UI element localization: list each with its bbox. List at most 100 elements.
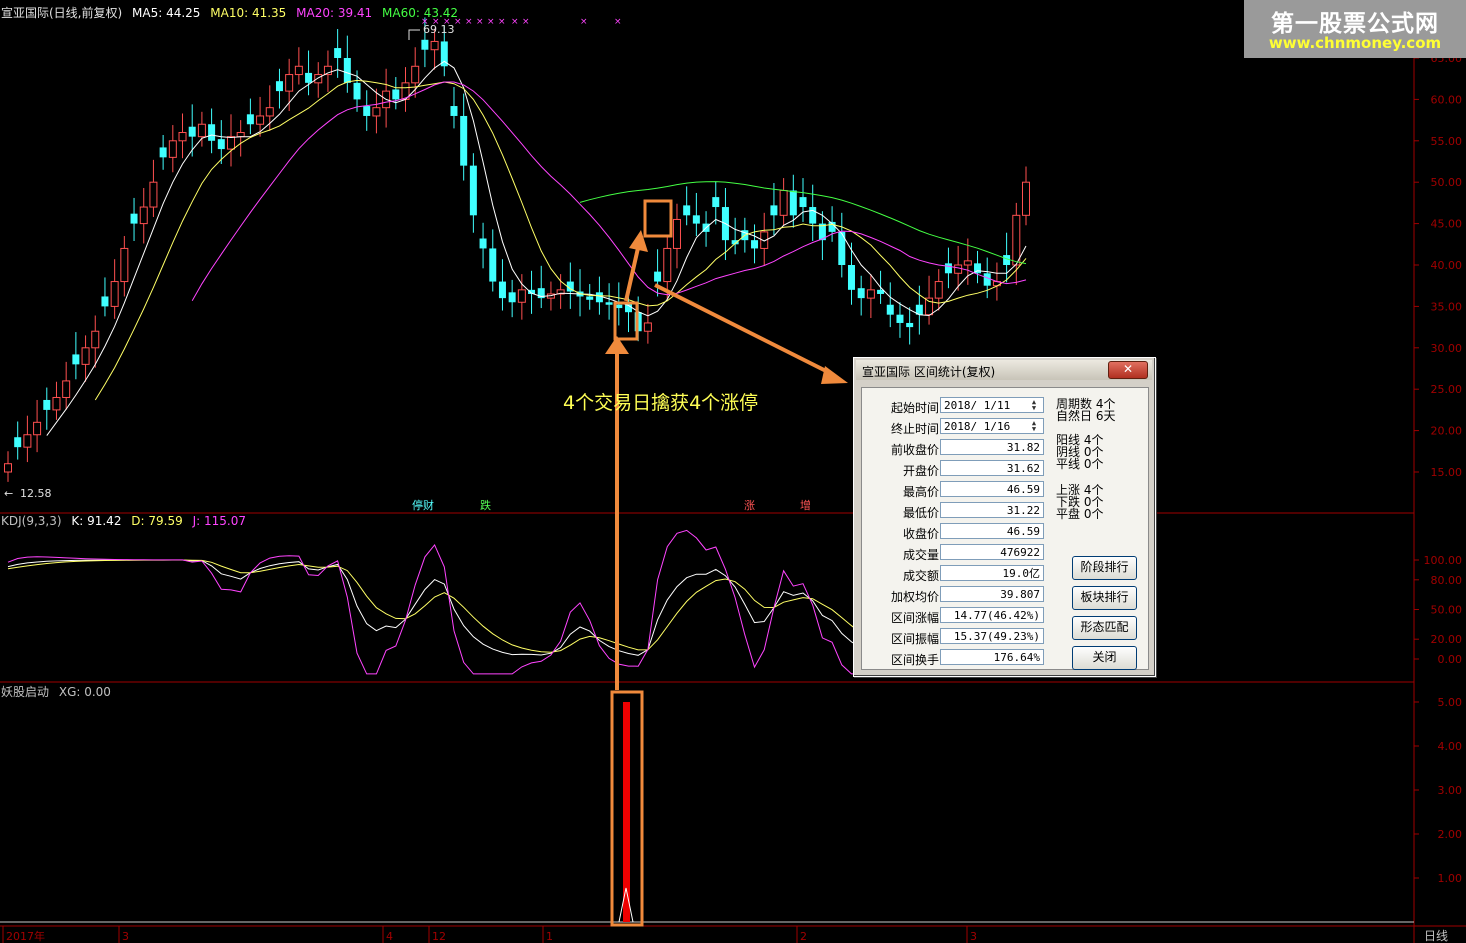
candle-body <box>847 265 855 290</box>
candle-body <box>663 247 672 283</box>
ma10-legend: MA10: 41.35 <box>210 6 287 20</box>
candle-body <box>934 281 943 299</box>
candle-body <box>906 322 914 328</box>
signal-marker: × <box>498 17 506 27</box>
event-marker: 停财 <box>412 498 434 512</box>
candle-body <box>692 215 700 224</box>
indicator-axis-label: 2.00 <box>1438 828 1463 841</box>
signal-marker: × <box>614 17 622 27</box>
interval-stats-dialog[interactable]: 宣亚国际 区间统计(复权) ✕ 起始时间 2018/ 1/11 ▲ ▼ 终止时间 201… <box>853 357 1156 677</box>
candle-body <box>236 132 245 138</box>
candle-body <box>479 238 487 249</box>
spin-arrows-icon[interactable]: ▲ ▼ <box>1026 420 1042 433</box>
indicator-axis-label: 5.00 <box>1438 696 1463 709</box>
watermark-url: www.chnmoney.com <box>1268 34 1442 52</box>
ma20-legend: MA20: 39.41 <box>296 6 373 20</box>
field-turnover-rate: 区间换手 176.64% <box>862 648 1052 668</box>
low-pointer: ← <box>4 487 13 500</box>
dialog-body: 起始时间 2018/ 1/11 ▲ ▼ 终止时间 2018/ 1/16 ▲ ▼ 前收盘价 31… <box>861 387 1149 670</box>
price-axis-label: 45.00 <box>1431 218 1463 231</box>
candle-body <box>72 354 80 365</box>
field-open: 开盘价 31.62 <box>862 459 1052 479</box>
candle-body <box>130 213 138 224</box>
candle-body <box>14 437 22 448</box>
candle-body <box>489 248 497 282</box>
kdj-name: KDJ(9,3,3) <box>1 514 62 528</box>
stage-ranking-button[interactable]: 阶段排行 <box>1072 556 1137 580</box>
timeline-label: 1 <box>546 930 553 943</box>
candle-body <box>983 273 991 286</box>
end-date-picker[interactable]: 2018/ 1/16 ▲ ▼ <box>940 418 1044 434</box>
dialog-titlebar[interactable]: 宣亚国际 区间统计(复权) ✕ <box>856 360 1152 380</box>
price-axis-label: 15.00 <box>1431 466 1463 479</box>
event-marker: 跌 <box>480 498 491 512</box>
candle-body <box>91 330 100 349</box>
candle-body <box>353 82 361 100</box>
kline-chart[interactable]: 65.0060.0055.0050.0045.0040.0035.0030.00… <box>0 0 1466 943</box>
arrow-right-head <box>821 366 848 384</box>
indicator-axis-label: 3.00 <box>1438 784 1463 797</box>
candle-body <box>246 114 254 125</box>
start-date-picker[interactable]: 2018/ 1/11 ▲ ▼ <box>940 397 1044 413</box>
candle-body <box>23 434 32 448</box>
price-axis-label: 60.00 <box>1431 93 1463 106</box>
field-end-time: 终止时间 2018/ 1/16 ▲ ▼ <box>862 417 1052 437</box>
ma5-legend: MA5: 44.25 <box>132 6 201 20</box>
candle-body <box>285 74 294 92</box>
candle-body <box>595 292 603 303</box>
price-axis-label: 30.00 <box>1431 342 1463 355</box>
candle-body <box>944 263 952 274</box>
sector-ranking-button[interactable]: 板块排行 <box>1072 586 1137 610</box>
indicator-axis-label: 1.00 <box>1438 872 1463 885</box>
annotation-text: 4个交易日擒获4个涨停 <box>563 392 759 414</box>
candle-body <box>178 132 187 142</box>
candle-body <box>208 124 216 141</box>
candle-body <box>789 190 797 216</box>
timeline-label: 12 <box>432 930 446 943</box>
candle-body <box>275 81 283 92</box>
candle-body <box>954 264 963 274</box>
candle-body <box>586 296 594 300</box>
stat-candle-group: 阳线 4个 阴线 0个 平线 0个 <box>1056 433 1104 471</box>
candle-body <box>683 205 691 216</box>
signal-marker: × <box>522 17 530 27</box>
close-button[interactable]: 关闭 <box>1072 646 1137 670</box>
candle-body <box>33 421 42 436</box>
candle-body <box>314 74 323 84</box>
low-price-label: 12.58 <box>20 487 52 500</box>
pattern-match-button[interactable]: 形态匹配 <box>1072 616 1137 640</box>
candle-body <box>159 147 167 158</box>
candle-body <box>305 72 313 83</box>
kdj-axis-label: 50.00 <box>1431 604 1463 617</box>
timeline-label: 2017年 <box>6 929 45 943</box>
period-label: 日线 <box>1424 929 1448 943</box>
arrow-right-shaft <box>654 283 833 376</box>
indicator-axis-label: 4.00 <box>1438 740 1463 753</box>
candle-body <box>896 314 904 323</box>
kdj-j: J: 115.07 <box>192 514 246 528</box>
signal-marker: × <box>487 17 495 27</box>
kdj-axis-label: 80.00 <box>1431 574 1463 587</box>
signal-marker: × <box>465 17 473 27</box>
candle-body <box>498 281 506 299</box>
close-icon[interactable]: ✕ <box>1108 361 1148 379</box>
kdj-d: D: 79.59 <box>131 514 183 528</box>
candle-body <box>643 322 652 332</box>
candle-body <box>779 189 788 216</box>
kdj-axis-label: 100.00 <box>1424 554 1463 567</box>
candle-body <box>654 271 662 282</box>
field-change: 区间涨幅 14.77(46.42%) <box>862 606 1052 626</box>
timeline-label: 3 <box>122 930 129 943</box>
candle-body <box>343 58 351 83</box>
price-axis-label: 35.00 <box>1431 300 1463 313</box>
field-close: 收盘价 46.59 <box>862 522 1052 542</box>
spin-arrows-icon[interactable]: ▲ ▼ <box>1026 399 1042 412</box>
field-start-time: 起始时间 2018/ 1/11 ▲ ▼ <box>862 396 1052 416</box>
candle-body <box>925 297 934 316</box>
event-marker: 增 <box>800 498 811 512</box>
ma10-line <box>94 79 1027 401</box>
candle-body <box>866 289 875 299</box>
dialog-title: 宣亚国际 区间统计(复权) <box>862 365 996 379</box>
ma60-legend: MA60: 43.42 <box>382 6 459 20</box>
candle-body <box>139 206 148 225</box>
